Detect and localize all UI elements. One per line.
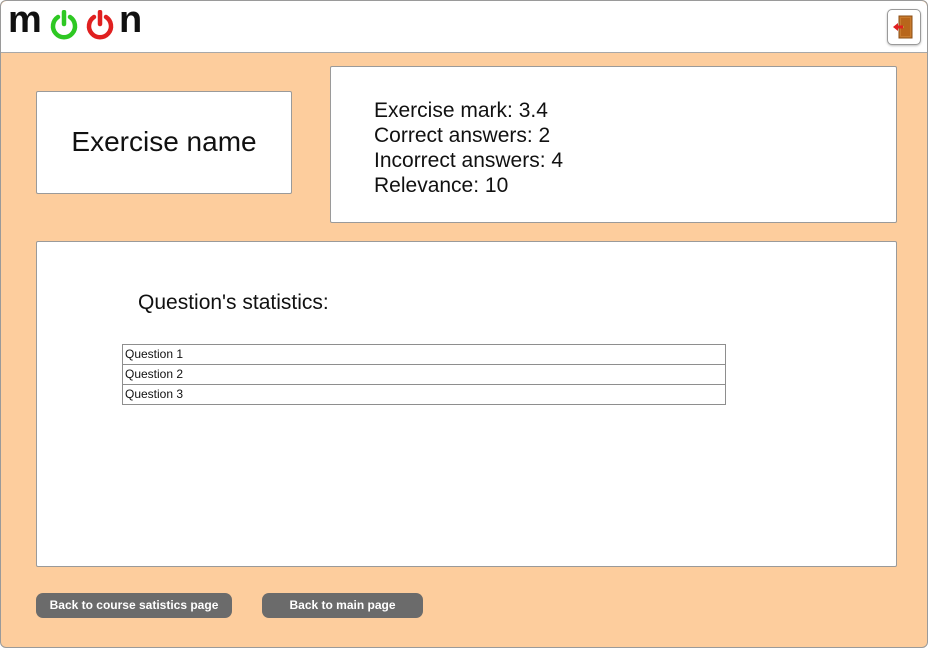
exercise-name-panel: Exercise name	[36, 91, 292, 194]
statistics-title: Question's statistics:	[138, 291, 329, 314]
table-row[interactable]: Question 3	[123, 385, 725, 405]
back-to-course-statistics-button[interactable]: Back to course satistics page	[36, 593, 232, 618]
back-to-main-page-button[interactable]: Back to main page	[262, 593, 423, 618]
logout-button[interactable]	[887, 9, 921, 45]
exercise-info-panel: Exercise mark: 3.4 Correct answers: 2 In…	[330, 66, 897, 223]
power-icon-green	[50, 10, 78, 40]
top-bar: m n	[1, 1, 927, 53]
question-statistics-panel: Question's statistics: Question 1 Questi…	[36, 241, 897, 567]
exercise-name: Exercise name	[71, 126, 257, 157]
correct-answers: Correct answers: 2	[374, 124, 551, 147]
moon-logo: m n	[8, 1, 148, 44]
questions-table: Question 1 Question 2 Question 3	[122, 344, 726, 405]
app-window: m n Exercise name Exercise mark: 3.4 Cor…	[0, 0, 928, 648]
logo-letter-m: m	[8, 0, 42, 41]
exercise-mark: Exercise mark: 3.4	[374, 99, 548, 122]
logo-letter-n: n	[119, 0, 143, 41]
incorrect-answers: Incorrect answers: 4	[374, 149, 564, 172]
relevance: Relevance: 10	[374, 174, 509, 197]
table-row[interactable]: Question 2	[123, 365, 725, 385]
power-icon-red	[86, 10, 114, 40]
table-row[interactable]: Question 1	[123, 345, 725, 365]
exit-door-icon	[893, 15, 913, 39]
